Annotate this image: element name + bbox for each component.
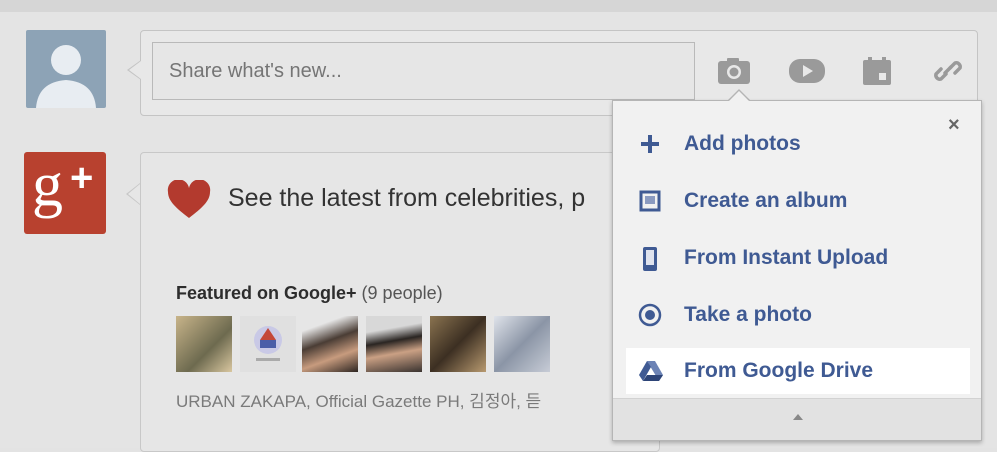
collapse-caret-icon[interactable] [793,414,803,420]
menu-item-label: Take a photo [684,303,812,326]
heart-icon [166,179,212,225]
official-gazette-seal-icon [254,326,282,361]
featured-person-thumbnail[interactable] [366,316,422,372]
popup-pointer-fill [729,91,749,101]
menu-item-label: From Instant Upload [684,246,889,269]
menu-item-label: Add photos [684,132,801,155]
menu-item-label: From Google Drive [684,359,874,382]
menu-item-add-photos[interactable]: Add photos [626,121,970,167]
featured-person-thumbnail[interactable] [302,316,358,372]
video-icon[interactable] [787,56,827,91]
latest-from-celebrities-text: See the latest from celebrities, p [228,184,586,212]
featured-count: (9 people) [361,283,443,303]
menu-item-label: Create an album [684,189,848,212]
share-box-pointer-fill [129,61,141,79]
event-icon[interactable] [861,56,893,91]
menu-item-take-photo[interactable]: Take a photo [626,292,970,338]
default-profile-icon [36,45,96,108]
featured-person-thumbnail[interactable] [430,316,486,372]
top-bar [0,0,997,12]
plus-icon [638,132,662,161]
camera-icon[interactable] [716,56,752,91]
link-icon[interactable] [932,56,964,91]
google-plus-logo: g + [24,151,106,234]
google-drive-icon [638,359,664,388]
user-avatar[interactable] [26,30,106,108]
album-icon [638,189,662,218]
featured-people-names: URBAN ZAKAPA, Official Gazette PH, 김정아, … [176,392,542,411]
featured-person-thumbnail[interactable] [176,316,232,372]
phone-icon [638,246,662,277]
featured-person-thumbnail[interactable] [240,316,296,372]
featured-person-thumbnail[interactable] [494,316,550,372]
menu-item-google-drive[interactable]: From Google Drive [626,348,970,394]
share-input[interactable] [152,42,695,100]
camera-circle-icon [638,303,662,332]
featured-heading: Featured on Google+ (9 people) [176,283,443,304]
feed-card-pointer-fill [128,184,140,204]
menu-item-instant-upload[interactable]: From Instant Upload [626,235,970,281]
featured-title: Featured on Google+ [176,283,357,303]
menu-item-create-album[interactable]: Create an album [626,178,970,224]
